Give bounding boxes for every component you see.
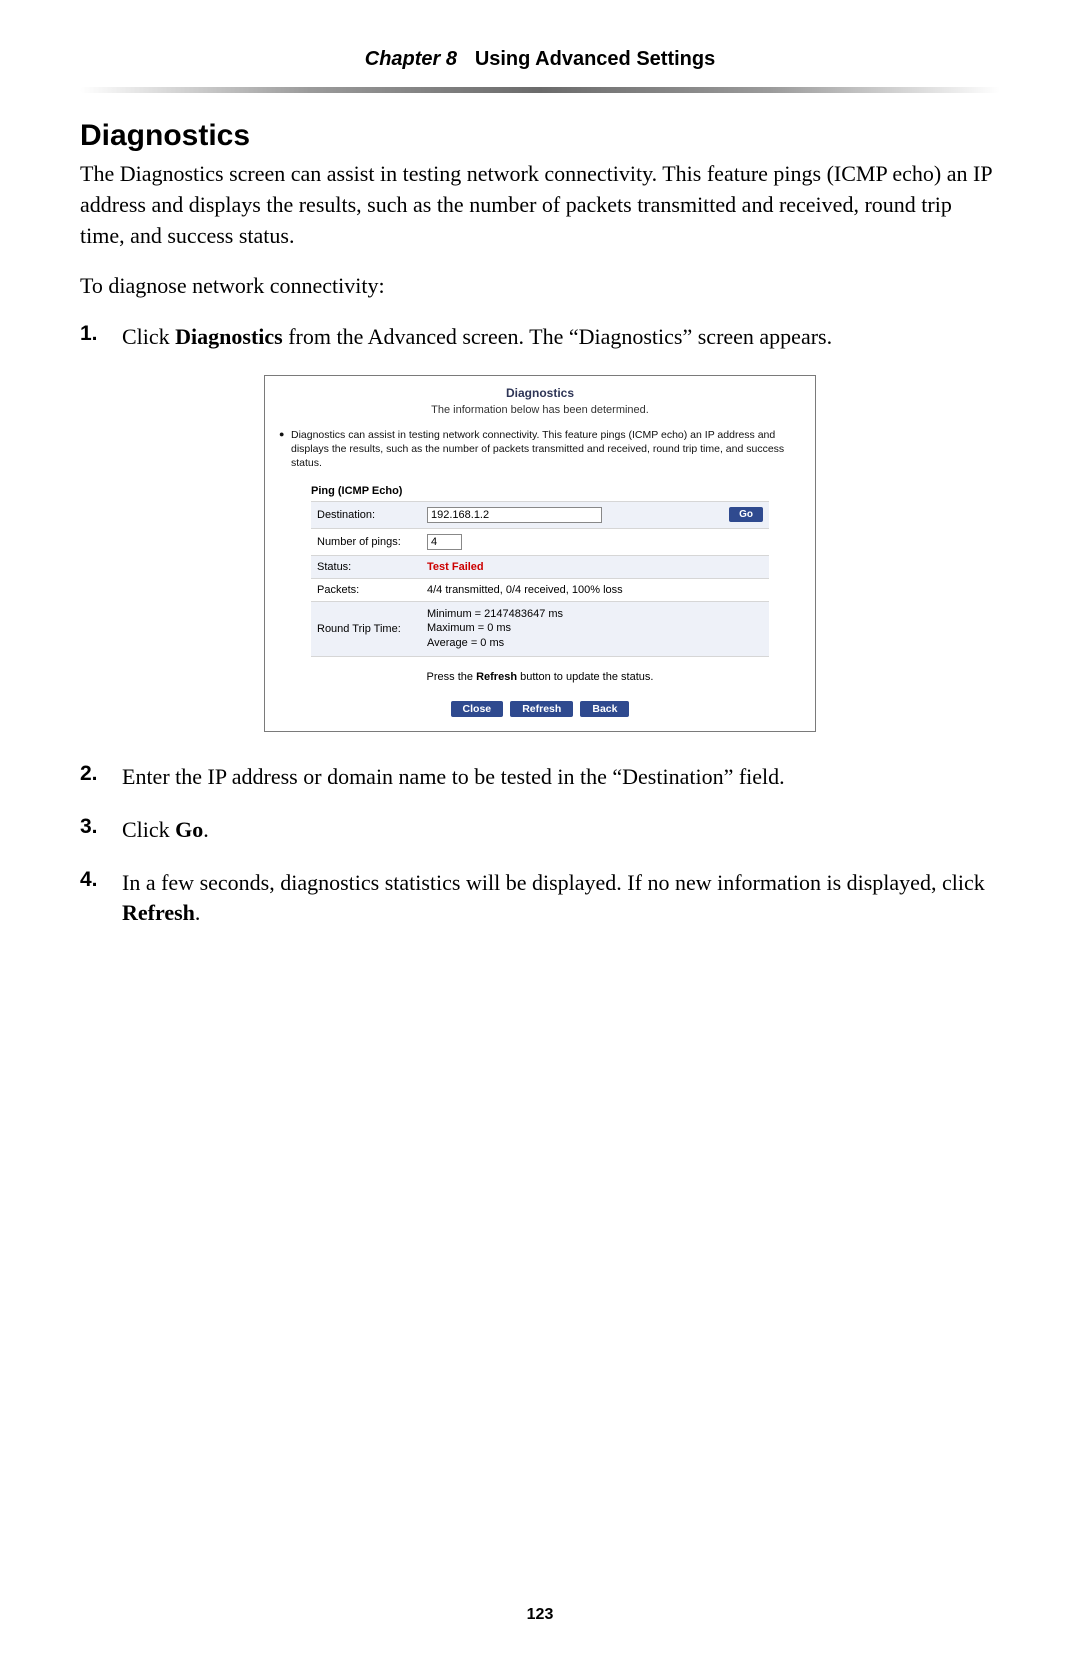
step-number: 1.: [80, 322, 122, 346]
step-text: Click Diagnostics from the Advanced scre…: [122, 322, 832, 353]
pings-label: Number of pings:: [311, 528, 421, 555]
packets-label: Packets:: [311, 578, 421, 601]
refresh-note: Press the Refresh button to update the s…: [265, 657, 815, 701]
step-number: 2.: [80, 762, 122, 786]
step-3: 3. Click Go.: [80, 815, 1000, 846]
back-button[interactable]: Back: [580, 701, 629, 717]
status-value: Test Failed: [427, 561, 484, 573]
shot-title: Diagnostics: [265, 376, 815, 404]
page-number: 123: [0, 1606, 1080, 1624]
rtt-label: Round Trip Time:: [311, 601, 421, 657]
button-row: Close Refresh Back: [265, 701, 815, 717]
ping-header: Ping (ICMP Echo): [265, 479, 815, 501]
lead-in: To diagnose network connectivity:: [80, 271, 1000, 302]
rtt-value: Minimum = 2147483647 ms Maximum = 0 ms A…: [421, 601, 769, 657]
section-heading: Diagnostics: [80, 119, 1000, 153]
go-button[interactable]: Go: [729, 507, 763, 522]
diagnostics-table: Destination: Go Number of pings: Status:…: [311, 501, 769, 658]
destination-label: Destination:: [311, 501, 421, 528]
step-text: Click Go.: [122, 815, 209, 846]
shot-subtitle: The information below has been determine…: [265, 404, 815, 428]
shot-bullet: Diagnostics can assist in testing networ…: [265, 428, 815, 479]
step-text: Enter the IP address or domain name to b…: [122, 762, 785, 793]
destination-input[interactable]: [427, 507, 602, 523]
step-1: 1. Click Diagnostics from the Advanced s…: [80, 322, 1000, 353]
intro-paragraph: The Diagnostics screen can assist in tes…: [80, 159, 1000, 251]
close-button[interactable]: Close: [451, 701, 504, 717]
page-header: Chapter 8 Using Advanced Settings: [0, 0, 1080, 81]
chapter-title: Using Advanced Settings: [475, 48, 715, 70]
diagnostics-screenshot: Diagnostics The information below has be…: [264, 375, 816, 732]
step-2: 2. Enter the IP address or domain name t…: [80, 762, 1000, 793]
refresh-button[interactable]: Refresh: [510, 701, 573, 717]
status-label: Status:: [311, 555, 421, 578]
step-4: 4. In a few seconds, diagnostics statist…: [80, 868, 1000, 930]
packets-value: 4/4 transmitted, 0/4 received, 100% loss: [421, 578, 769, 601]
step-text: In a few seconds, diagnostics statistics…: [122, 868, 1000, 930]
chapter-label: Chapter 8: [365, 48, 457, 70]
number-of-pings-input[interactable]: [427, 534, 462, 550]
step-number: 4.: [80, 868, 122, 892]
step-number: 3.: [80, 815, 122, 839]
